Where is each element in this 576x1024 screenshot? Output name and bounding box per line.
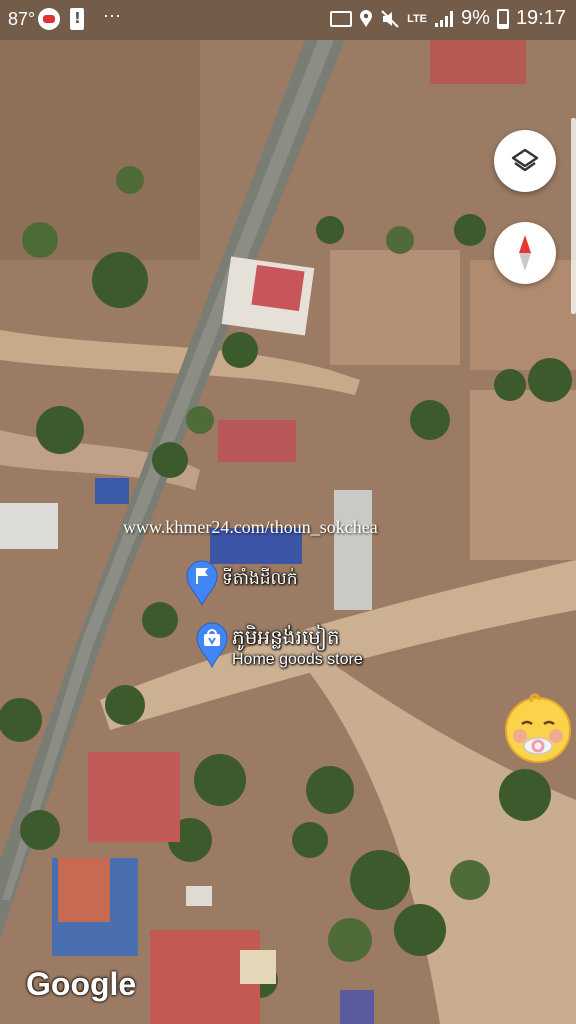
signal-strength-icon [435,10,454,27]
store-name-label[interactable]: ភូមិអន្លង់រមៀត [232,624,340,654]
shopping-bag-pin-icon [196,622,228,668]
screen-cast-icon [330,10,353,27]
flag-pin-icon [186,560,218,606]
layers-icon [511,148,539,172]
status-bar: 87° ⋯ LTE 9% 19:17 [0,0,576,40]
clock-time: 19:17 [515,7,566,29]
battery-icon [496,8,509,29]
satellite-imagery [0,0,576,1024]
network-type-label: LTE [407,12,428,25]
store-category-label: Home goods store [232,651,363,668]
more-notifications-icon: ⋯ [103,6,123,26]
battery-percent: 9% [461,7,490,29]
location-icon [360,9,373,27]
satellite-map[interactable]: www.khmer24.com/thoun_sokchea ទីតាំងដីលក… [0,0,576,1024]
watermark-text: www.khmer24.com/thoun_sokchea [123,517,378,537]
baby-pacifier-emoji[interactable] [502,692,574,764]
compass-button[interactable] [494,222,556,284]
google-logo: Google [26,966,137,1002]
notification-app-icon [38,8,60,30]
place-label-land-for-sale[interactable]: ទីតាំងដីលក់ [222,568,298,593]
map-layers-button[interactable] [494,130,556,192]
side-panel-handle[interactable] [571,118,576,314]
temperature-text: 87° [8,9,36,29]
vibrate-mute-icon [381,9,399,28]
baby-emoji-icon [505,693,571,763]
alert-icon [70,8,84,30]
compass-icon [519,235,531,271]
status-bar-right: LTE 9% 19:17 [330,7,566,30]
